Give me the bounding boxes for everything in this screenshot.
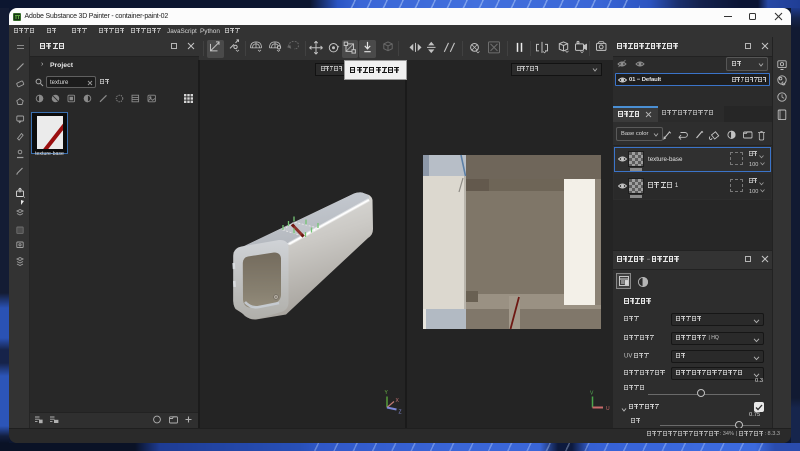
svg-text:U: U bbox=[606, 406, 610, 412]
svg-text:X: X bbox=[396, 398, 400, 404]
svg-text:Z: Z bbox=[399, 410, 402, 416]
svg-text:Y: Y bbox=[385, 390, 389, 396]
svg-text:V: V bbox=[590, 391, 594, 397]
